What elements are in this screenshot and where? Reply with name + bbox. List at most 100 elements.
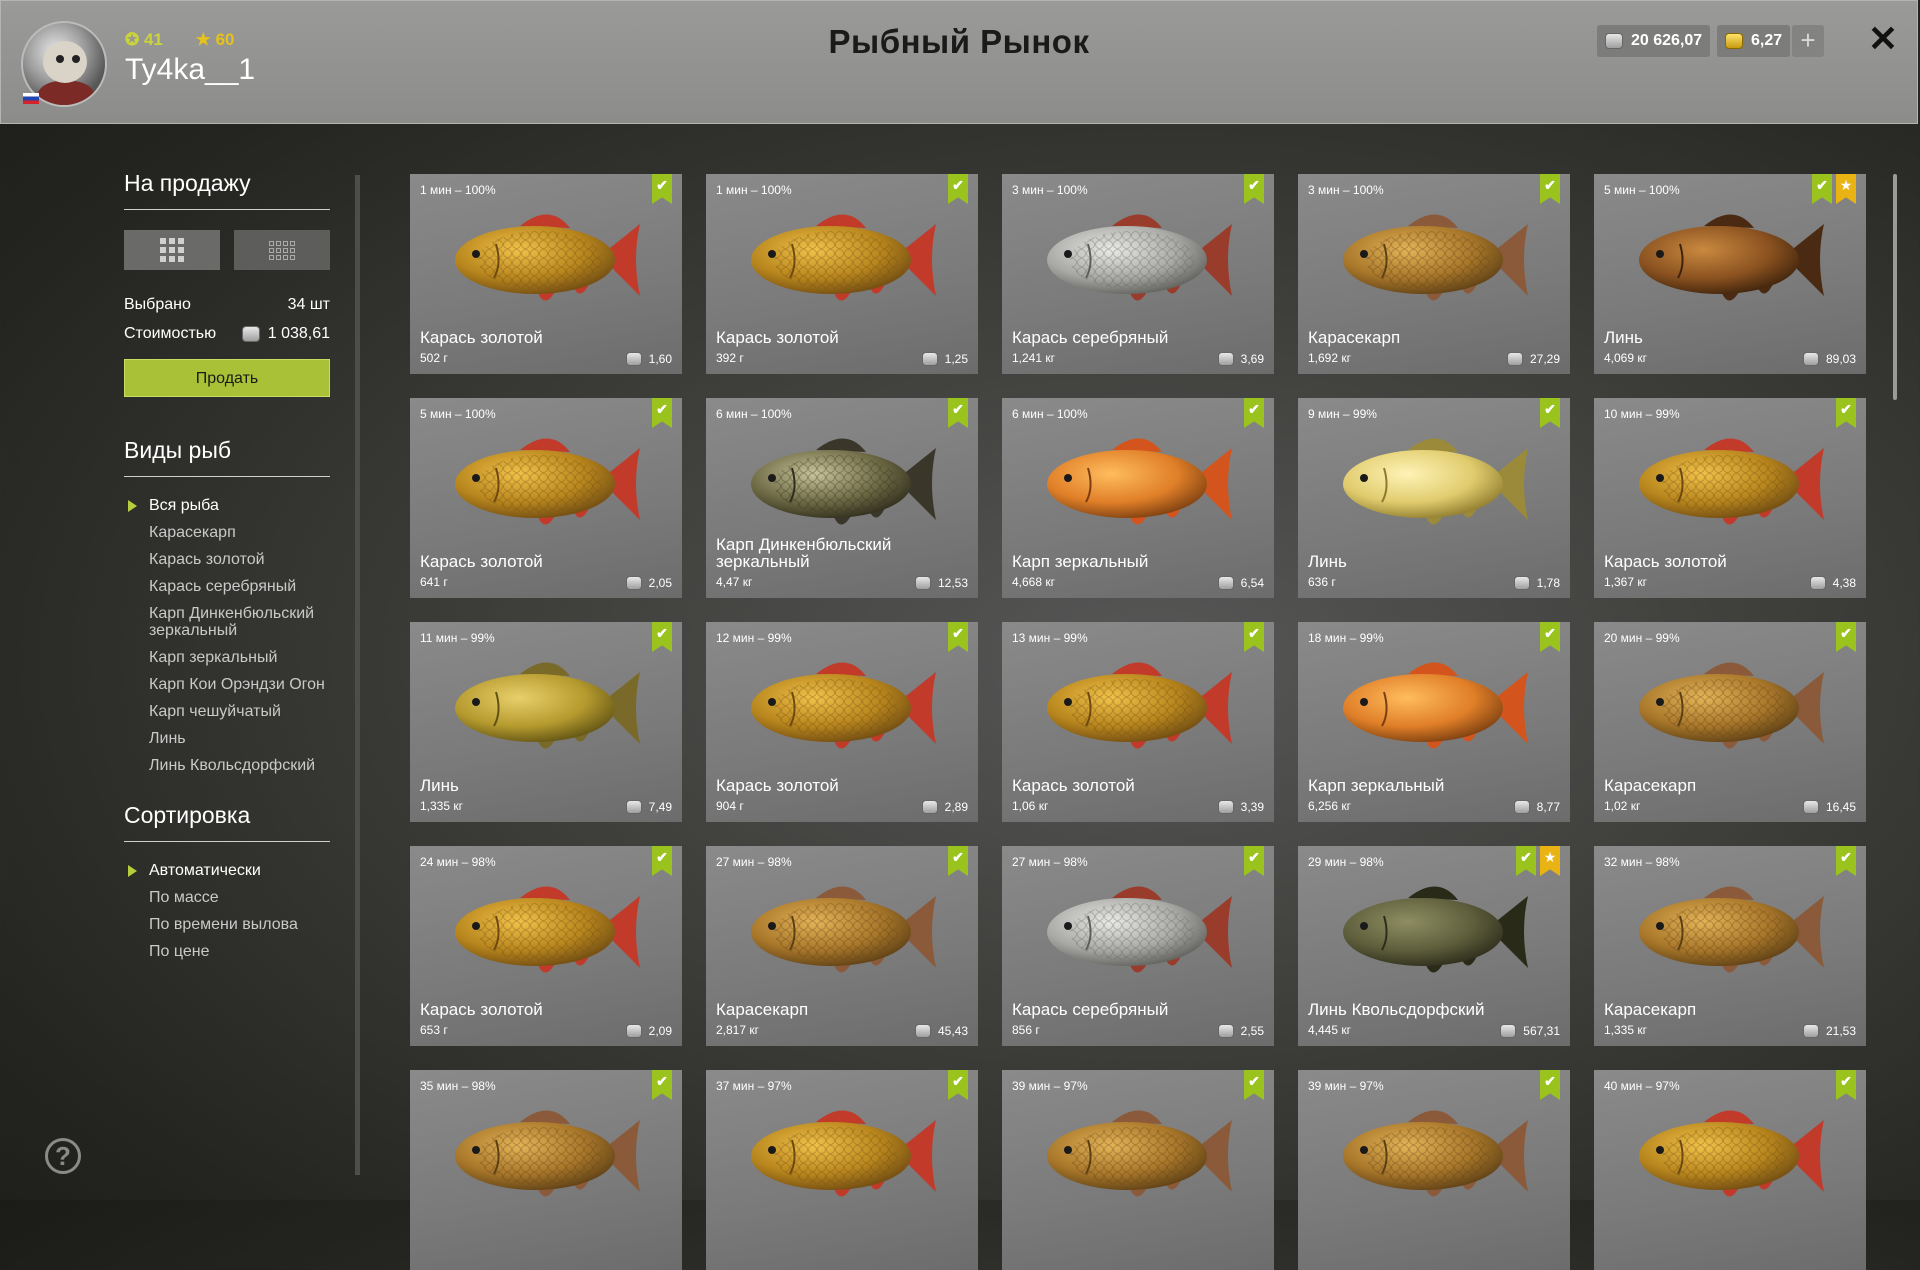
check-icon[interactable]: ✔ xyxy=(1244,398,1264,428)
check-icon[interactable]: ✔ xyxy=(948,398,968,428)
fish-image xyxy=(455,214,640,301)
fish-price: 7,49 xyxy=(625,800,672,814)
sort-option-item[interactable]: По цене xyxy=(124,943,330,960)
fish-card[interactable]: 39 мин – 97% ✔ xyxy=(1002,1070,1274,1270)
fish-card[interactable]: 3 мин – 100% ✔ Карась серебряный 1,241 кг 3,… xyxy=(1002,174,1274,374)
fish-card[interactable]: 9 мин – 99% ✔ Линь 636 г 1,78 xyxy=(1298,398,1570,598)
check-icon[interactable]: ✔ xyxy=(1836,398,1856,428)
check-icon[interactable]: ✔ xyxy=(1836,622,1856,652)
check-icon[interactable]: ✔ xyxy=(1540,174,1560,204)
fish-weight: 641 г xyxy=(420,575,448,589)
fish-card[interactable]: 6 мин – 100% ✔ Карп Динкенбюльский зеркаль… xyxy=(706,398,978,598)
species-filter-item[interactable]: Линь Квольсдорфский xyxy=(124,757,330,774)
fish-price: 3,69 xyxy=(1217,352,1264,366)
fish-card[interactable]: 27 мин – 98% ✔ Карасекарп 2,817 кг 45,43 xyxy=(706,846,978,1046)
fish-card[interactable]: 39 мин – 97% ✔ xyxy=(1298,1070,1570,1270)
add-currency-button[interactable]: + xyxy=(1792,25,1824,57)
fish-image xyxy=(1639,662,1824,749)
fish-weight: 904 г xyxy=(716,799,744,813)
catch-time: 40 мин – 97% xyxy=(1604,1079,1680,1093)
fish-card[interactable]: 12 мин – 99% ✔ Карась золотой 904 г 2,89 xyxy=(706,622,978,822)
help-icon[interactable]: ? xyxy=(45,1138,81,1174)
fish-card[interactable]: 1 мин – 100% ✔ Карась золотой 392 г 1,25 xyxy=(706,174,978,374)
fish-card[interactable]: 27 мин – 98% ✔ Карась серебряный 856 г 2,55 xyxy=(1002,846,1274,1046)
sort-option-item[interactable]: По времени вылова xyxy=(124,916,330,933)
check-icon[interactable]: ✔ xyxy=(652,398,672,428)
catch-time: 6 мин – 100% xyxy=(1012,407,1088,421)
fish-card[interactable]: 24 мин – 98% ✔ Карась золотой 653 г 2,09 xyxy=(410,846,682,1046)
star-icon[interactable]: ★ xyxy=(1836,174,1856,204)
check-icon[interactable]: ✔ xyxy=(1540,622,1560,652)
star-icon[interactable]: ★ xyxy=(1540,846,1560,876)
check-icon[interactable]: ✔ xyxy=(948,174,968,204)
check-icon[interactable]: ✔ xyxy=(1516,846,1536,876)
check-icon[interactable]: ✔ xyxy=(1244,1070,1264,1100)
fish-weight: 6,256 кг xyxy=(1308,799,1351,813)
small-grid-view-button[interactable] xyxy=(234,230,330,270)
fish-card[interactable]: 29 мин – 98% ✔ ★ Линь Квольсдорфский 4,445 к… xyxy=(1298,846,1570,1046)
fish-card[interactable]: 18 мин – 99% ✔ Карп зеркальный 6,256 кг 8,77 xyxy=(1298,622,1570,822)
check-icon[interactable]: ✔ xyxy=(652,1070,672,1100)
check-icon[interactable]: ✔ xyxy=(1244,622,1264,652)
species-filter-item[interactable]: Карасекарп xyxy=(124,524,330,541)
fish-card[interactable]: 10 мин – 99% ✔ Карась золотой 1,367 кг 4,38 xyxy=(1594,398,1866,598)
check-icon[interactable]: ✔ xyxy=(1540,1070,1560,1100)
fish-price: 21,53 xyxy=(1802,1024,1856,1038)
check-icon[interactable]: ✔ xyxy=(1836,846,1856,876)
check-icon[interactable]: ✔ xyxy=(1244,846,1264,876)
check-icon[interactable]: ✔ xyxy=(652,174,672,204)
fish-price: 6,54 xyxy=(1217,576,1264,590)
fish-card[interactable]: 37 мин – 97% ✔ xyxy=(706,1070,978,1270)
check-icon[interactable]: ✔ xyxy=(1812,174,1832,204)
fish-price: 2,05 xyxy=(625,576,672,590)
silver-coin-icon xyxy=(921,352,938,366)
large-grid-view-button[interactable] xyxy=(124,230,220,270)
species-filter-item[interactable]: Вся рыба xyxy=(124,497,330,514)
fish-card[interactable]: 6 мин – 100% ✔ Карп зеркальный 4,668 кг 6,54 xyxy=(1002,398,1274,598)
check-icon[interactable]: ✔ xyxy=(948,846,968,876)
check-icon[interactable]: ✔ xyxy=(652,846,672,876)
check-icon[interactable]: ✔ xyxy=(1540,398,1560,428)
species-filter-item[interactable]: Карп чешуйчатый xyxy=(124,703,330,720)
fish-card[interactable]: 1 мин – 100% ✔ Карась золотой 502 г 1,60 xyxy=(410,174,682,374)
check-icon[interactable]: ✔ xyxy=(1244,174,1264,204)
fish-card[interactable]: 5 мин – 100% ✔ ★ Линь 4,069 кг 89,03 xyxy=(1594,174,1866,374)
catch-time: 12 мин – 99% xyxy=(716,631,792,645)
fish-name: Карась золотой xyxy=(420,552,543,571)
fish-card[interactable]: 11 мин – 99% ✔ Линь 1,335 кг 7,49 xyxy=(410,622,682,822)
sort-option-item[interactable]: По массе xyxy=(124,889,330,906)
fish-price-value: 21,53 xyxy=(1825,1024,1856,1038)
species-filter-item[interactable]: Карась серебряный xyxy=(124,578,330,595)
species-filter-item[interactable]: Карп Динкенбюльский зеркальный xyxy=(124,605,330,639)
close-icon[interactable]: ✕ xyxy=(1865,19,1901,59)
grid-scrollbar[interactable] xyxy=(1893,174,1897,400)
fish-price-value: 16,45 xyxy=(1825,800,1856,814)
species-filter-item[interactable]: Карп Кои Орэндзи Огон xyxy=(124,676,330,693)
fish-price-value: 45,43 xyxy=(937,1024,968,1038)
fish-card[interactable]: 35 мин – 98% ✔ xyxy=(410,1070,682,1270)
species-filter-item[interactable]: Карась золотой xyxy=(124,551,330,568)
silver-coin-icon xyxy=(921,800,938,814)
fish-card[interactable]: 32 мин – 98% ✔ Карасекарп 1,335 кг 21,53 xyxy=(1594,846,1866,1046)
fish-name: Карасекарп xyxy=(1308,328,1401,347)
check-icon[interactable]: ✔ xyxy=(652,622,672,652)
fish-card[interactable]: 20 мин – 99% ✔ Карасекарп 1,02 кг 16,45 xyxy=(1594,622,1866,822)
fish-card[interactable]: 13 мин – 99% ✔ Карась золотой 1,06 кг 3,39 xyxy=(1002,622,1274,822)
sidebar-divider xyxy=(355,175,360,1175)
species-filter-item[interactable]: Линь xyxy=(124,730,330,747)
fish-card[interactable]: 40 мин – 97% ✔ xyxy=(1594,1070,1866,1270)
check-icon[interactable]: ✔ xyxy=(948,1070,968,1100)
fish-image xyxy=(751,438,936,525)
fish-card[interactable]: 5 мин – 100% ✔ Карась золотой 641 г 2,05 xyxy=(410,398,682,598)
catch-time: 3 мин – 100% xyxy=(1308,183,1384,197)
fish-price-value: 27,29 xyxy=(1529,352,1560,366)
species-filter-item[interactable]: Карп зеркальный xyxy=(124,649,330,666)
sort-option-item[interactable]: Автоматически xyxy=(124,862,330,879)
check-icon[interactable]: ✔ xyxy=(1836,1070,1856,1100)
silver-balance: 20 626,07 xyxy=(1597,25,1711,57)
fish-price: 12,53 xyxy=(914,576,968,590)
check-icon[interactable]: ✔ xyxy=(948,622,968,652)
silver-amount: 20 626,07 xyxy=(1631,32,1703,49)
sell-button[interactable]: Продать xyxy=(124,359,330,397)
fish-card[interactable]: 3 мин – 100% ✔ Карасекарп 1,692 кг 27,29 xyxy=(1298,174,1570,374)
